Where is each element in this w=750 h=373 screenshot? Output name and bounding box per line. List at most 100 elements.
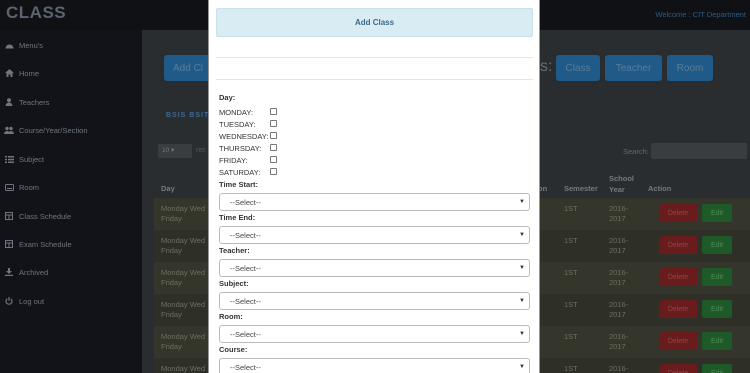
cell-semester: 1ST — [564, 236, 578, 245]
day-label: Day: — [219, 93, 236, 102]
sidebar-item-exam-schedule[interactable]: Exam Schedule — [0, 234, 142, 254]
modal-title: Add Class — [216, 8, 533, 37]
day-wednesday-label: WEDNESDAY: — [219, 132, 269, 141]
welcome-text: Welcome : CIT Department — [655, 10, 746, 19]
day-tuesday-label: TUESDAY: — [219, 120, 256, 129]
course-tabs[interactable]: BSIS BSIT — [166, 112, 209, 119]
select-value: --Select-- — [230, 263, 261, 273]
cell-semester: 1ST — [564, 364, 578, 373]
divider — [216, 57, 533, 58]
sidebar-item-subject[interactable]: Subject — [0, 149, 142, 169]
day-friday-label: FRIDAY: — [219, 156, 248, 165]
room-icon — [4, 183, 14, 191]
time-end-select[interactable]: --Select-- ▼ — [219, 226, 530, 244]
subject-label: Subject: — [219, 279, 249, 288]
list-icon — [4, 155, 14, 163]
course-select[interactable]: --Select-- ▼ — [219, 358, 530, 373]
saturday-checkbox[interactable] — [270, 168, 277, 175]
chevron-down-icon: ▼ — [519, 298, 525, 304]
sidebar-item-home[interactable]: Home — [0, 63, 142, 83]
day-saturday-label: SATURDAY: — [219, 168, 261, 177]
delete-button[interactable]: Delete — [659, 204, 697, 222]
sidebar-item-archived[interactable]: Archived — [0, 262, 142, 282]
time-start-label: Time Start: — [219, 180, 259, 189]
thursday-checkbox[interactable] — [270, 144, 277, 151]
chevron-down-icon: ▼ — [519, 331, 525, 337]
delete-button[interactable]: Delete — [659, 332, 697, 350]
select-value: --Select-- — [230, 329, 261, 339]
sidebar-item-class-schedule[interactable]: Class Schedule — [0, 206, 142, 226]
subject-select[interactable]: --Select-- ▼ — [219, 292, 530, 310]
sidebar-item-room[interactable]: Room — [0, 177, 142, 197]
users-icon — [4, 126, 14, 134]
teacher-select[interactable]: --Select-- ▼ — [219, 259, 530, 277]
cell-year: 2016-2017 — [609, 268, 629, 287]
col-day[interactable]: Day — [161, 184, 175, 193]
sidebar: Menu's Home Teachers Course/Year/Section… — [0, 30, 142, 373]
user-icon — [4, 98, 14, 106]
power-icon — [4, 297, 14, 305]
download-icon — [4, 268, 14, 276]
delete-button[interactable]: Delete — [659, 364, 697, 373]
page-heading-fragment: s: — [540, 58, 553, 75]
select-value: --Select-- — [230, 296, 261, 306]
dashboard-icon — [4, 41, 14, 49]
sidebar-item-menus[interactable]: Menu's — [0, 35, 142, 55]
select-value: --Select-- — [230, 362, 261, 372]
day-monday-label: MONDAY: — [219, 108, 254, 117]
cell-day: Monday Wed Friday — [161, 204, 206, 223]
cell-semester: 1ST — [564, 332, 578, 341]
col-action: Action — [648, 184, 672, 193]
brand-logo[interactable]: CLASS — [6, 3, 66, 23]
sidebar-item-label: Course/Year/Section — [19, 125, 88, 135]
divider — [216, 79, 533, 80]
home-icon — [4, 69, 14, 77]
cell-year: 2016-2017 — [609, 300, 629, 319]
time-start-select[interactable]: --Select-- ▼ — [219, 193, 530, 211]
cell-day: Monday Wed Friday — [161, 268, 206, 287]
teacher-label: Teacher: — [219, 246, 250, 255]
chevron-down-icon: ▼ — [519, 364, 525, 370]
sidebar-item-logout[interactable]: Log out — [0, 291, 142, 311]
edit-button[interactable]: Edit — [702, 204, 732, 222]
cell-day: Monday Wed Friday — [161, 332, 206, 351]
filter-teacher-button[interactable]: Teacher — [605, 55, 662, 81]
add-class-button[interactable]: Add Cl — [164, 55, 210, 81]
tuesday-checkbox[interactable] — [270, 120, 277, 127]
wednesday-checkbox[interactable] — [270, 132, 277, 139]
day-thursday-label: THURSDAY: — [219, 144, 262, 153]
cell-semester: 1ST — [564, 268, 578, 277]
cell-year: 2016-2017 — [609, 332, 629, 351]
filter-class-button[interactable]: Class — [556, 55, 600, 81]
cell-semester: 1ST — [564, 300, 578, 309]
col-school-year[interactable]: School Year — [609, 173, 639, 195]
room-select[interactable]: --Select-- ▼ — [219, 325, 530, 343]
sidebar-item-course[interactable]: Course/Year/Section — [0, 120, 142, 140]
time-end-label: Time End: — [219, 213, 256, 222]
sidebar-item-label: Teachers — [19, 97, 50, 107]
col-semester[interactable]: Semester — [564, 184, 598, 193]
calendar-icon — [4, 240, 14, 248]
monday-checkbox[interactable] — [270, 108, 277, 115]
length-value: 10 — [162, 147, 170, 154]
search-label: Search: — [623, 147, 649, 156]
sidebar-item-teachers[interactable]: Teachers — [0, 92, 142, 112]
search-input[interactable] — [651, 143, 747, 159]
edit-button[interactable]: Edit — [702, 364, 732, 373]
cell-day: Monday Wed Friday — [161, 236, 206, 255]
entries-length-select[interactable]: 10 ▾ — [158, 144, 192, 158]
edit-button[interactable]: Edit — [702, 332, 732, 350]
cell-year: 2016-2017 — [609, 204, 629, 223]
cell-day: Monday Wed — [161, 364, 206, 373]
edit-button[interactable]: Edit — [702, 236, 732, 254]
chevron-down-icon: ▼ — [519, 265, 525, 271]
delete-button[interactable]: Delete — [659, 236, 697, 254]
calendar-icon — [4, 212, 14, 220]
sidebar-item-label: Room — [19, 182, 40, 192]
friday-checkbox[interactable] — [270, 156, 277, 163]
filter-room-button[interactable]: Room — [667, 55, 713, 81]
edit-button[interactable]: Edit — [702, 268, 732, 286]
delete-button[interactable]: Delete — [659, 300, 697, 318]
delete-button[interactable]: Delete — [659, 268, 697, 286]
edit-button[interactable]: Edit — [702, 300, 732, 318]
